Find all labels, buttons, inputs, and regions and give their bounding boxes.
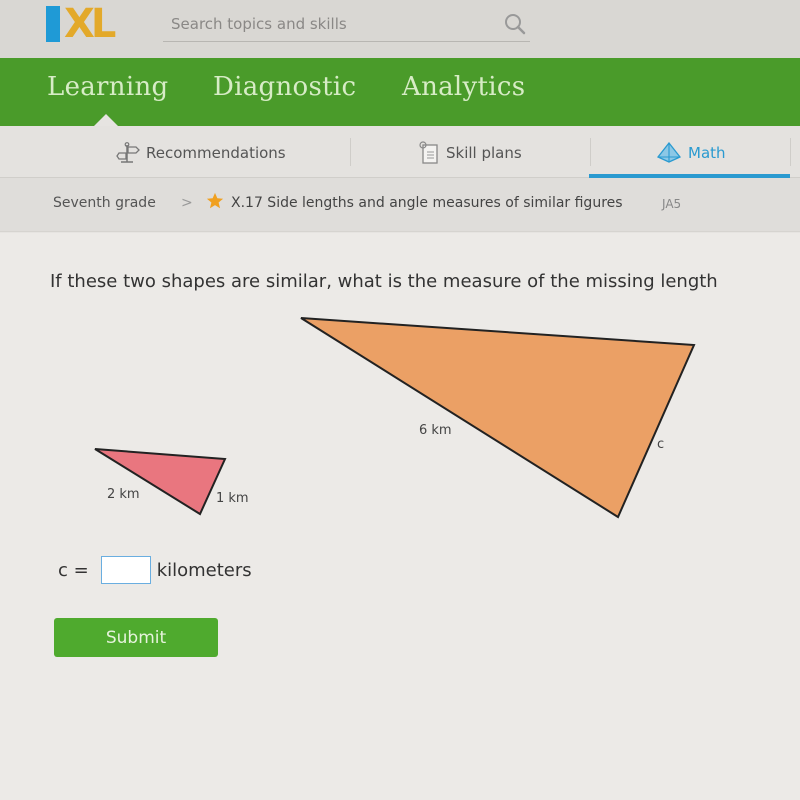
ixl-logo[interactable]: XL: [46, 1, 116, 47]
tab-divider: [350, 138, 351, 166]
star-icon: [206, 192, 224, 209]
breadcrumb: Seventh grade > X.17 Side lengths and an…: [0, 178, 800, 232]
main-nav: Learning Diagnostic Analytics: [0, 58, 800, 126]
answer-row: c = kilometers: [58, 556, 252, 584]
large-triangle-label-long: 6 km: [419, 423, 452, 438]
search-input[interactable]: [171, 12, 491, 36]
pyramid-icon: [656, 142, 682, 163]
nav-analytics[interactable]: Analytics: [402, 72, 525, 102]
active-nav-caret: [94, 114, 118, 126]
clipboard-icon: [419, 141, 438, 164]
large-triangle-label-c: c: [657, 437, 664, 452]
skill-code: JA5: [662, 197, 682, 211]
tab-math-label: Math: [688, 144, 726, 162]
nav-diagnostic[interactable]: Diagnostic: [213, 72, 356, 102]
tab-divider: [590, 138, 591, 166]
search-bar: [163, 8, 530, 42]
similar-triangles-figure: 2 km 1 km 6 km c: [94, 317, 696, 519]
answer-input[interactable]: [100, 556, 151, 584]
logo-i: [46, 6, 60, 42]
small-triangle-label-short: 1 km: [216, 491, 249, 506]
logo-text: XL: [64, 1, 116, 47]
signpost-icon: [116, 142, 140, 163]
tab-divider: [790, 138, 791, 166]
tab-skill-plans[interactable]: Skill plans: [418, 140, 522, 166]
answer-variable: c =: [58, 559, 89, 581]
answer-unit: kilometers: [156, 559, 252, 581]
tab-recommendations-label: Recommendations: [146, 144, 286, 162]
subject-tabs: Recommendations Skill plans Math: [0, 126, 800, 178]
tab-skill-plans-label: Skill plans: [446, 144, 522, 162]
small-triangle: [94, 448, 227, 516]
tab-math[interactable]: Math: [656, 140, 726, 166]
question-area: If these two shapes are similar, what is…: [0, 233, 800, 800]
submit-button[interactable]: Submit: [54, 618, 218, 657]
tab-recommendations[interactable]: Recommendations: [116, 140, 286, 166]
large-triangle: [300, 317, 696, 519]
breadcrumb-separator: >: [181, 195, 193, 211]
breadcrumb-skill[interactable]: X.17 Side lengths and angle measures of …: [231, 195, 623, 211]
nav-learning[interactable]: Learning: [47, 72, 168, 102]
top-bar: XL: [0, 0, 800, 58]
small-triangle-label-long: 2 km: [107, 487, 140, 502]
breadcrumb-grade[interactable]: Seventh grade: [53, 195, 156, 211]
search-icon[interactable]: [504, 13, 526, 35]
